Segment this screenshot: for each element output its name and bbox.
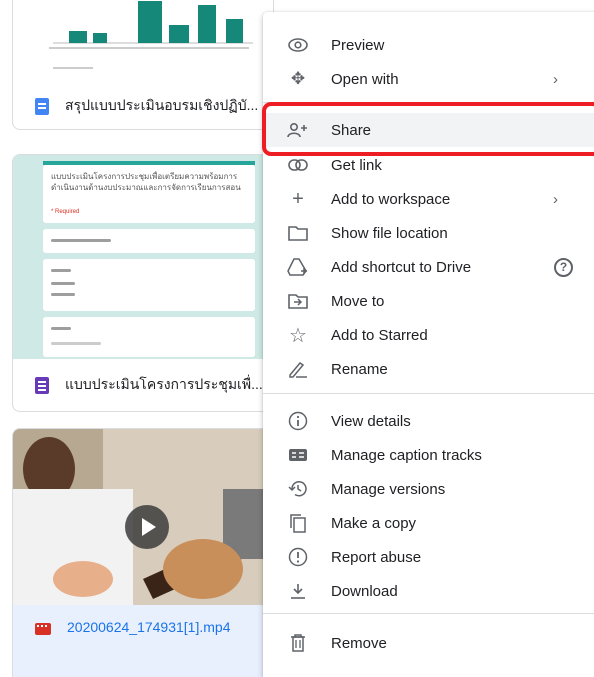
menu-item-label: View details: [331, 412, 411, 430]
form-heading: แบบประเมินโครงการประชุมเพื่อเตรียมความพร…: [51, 172, 241, 192]
menu-item-make-a-copy[interactable]: Make a copy: [263, 506, 594, 540]
play-icon: [125, 505, 169, 549]
copy-icon: [287, 512, 309, 534]
help-icon[interactable]: ?: [554, 257, 573, 277]
menu-item-label: Make a copy: [331, 514, 417, 532]
info-icon: [287, 410, 309, 432]
google-docs-icon: [35, 97, 49, 115]
form-question-preview: [43, 259, 255, 311]
menu-item-label: Open with: [331, 70, 399, 88]
closed-caption-icon: [287, 444, 309, 466]
menu-item-remove[interactable]: Remove: [263, 626, 594, 660]
menu-item-manage-versions[interactable]: Manage versions: [263, 472, 594, 506]
menu-item-label: Remove: [331, 634, 387, 652]
form-question-preview: [43, 317, 255, 357]
menu-item-label: Manage caption tracks: [331, 446, 482, 464]
highlight-outline: [262, 102, 594, 156]
menu-item-label: Manage versions: [331, 480, 446, 498]
plus-icon: +: [292, 187, 304, 210]
menu-item-label: Preview: [331, 36, 385, 54]
pencil-icon: [287, 358, 309, 380]
video-file-icon: [35, 623, 51, 635]
link-icon: [287, 154, 309, 176]
menu-item-label: Add shortcut to Drive: [331, 258, 472, 276]
menu-item-report-abuse[interactable]: Report abuse: [263, 540, 594, 574]
chart-thumbnail: [49, 1, 253, 69]
menu-item-manage-caption-tracks[interactable]: Manage caption tracks: [263, 438, 594, 472]
file-title: สรุปแบบประเมินอบรมเชิงปฏิบั...: [65, 97, 259, 113]
menu-item-label: Rename: [331, 360, 388, 378]
menu-item-move-to[interactable]: Move to: [263, 284, 594, 318]
menu-item-add-to-workspace[interactable]: + Add to workspace ›: [263, 182, 594, 216]
add-shortcut-icon: [287, 256, 309, 278]
chevron-right-icon: ›: [553, 190, 558, 208]
menu-item-add-to-starred[interactable]: ☆ Add to Starred: [263, 318, 594, 352]
form-header-preview: แบบประเมินโครงการประชุมเพื่อเตรียมความพร…: [43, 165, 255, 223]
file-card-form[interactable]: แบบประเมินโครงการประชุมเพื่อเตรียมความพร…: [12, 154, 274, 412]
file-thumbnail: แบบประเมินโครงการประชุมเพื่อเตรียมความพร…: [13, 155, 273, 359]
menu-item-label: Get link: [331, 156, 382, 174]
menu-item-download[interactable]: Download: [263, 574, 594, 608]
report-icon: [287, 546, 309, 568]
chevron-right-icon: ›: [553, 70, 558, 88]
history-icon: [287, 478, 309, 500]
menu-item-label: Move to: [331, 292, 385, 310]
menu-divider: [263, 613, 594, 614]
form-required-note: * Required: [51, 209, 80, 215]
file-thumbnail: [13, 0, 273, 83]
video-thumbnail: [13, 429, 273, 607]
google-forms-icon: [35, 376, 49, 394]
menu-item-rename[interactable]: Rename: [263, 352, 594, 386]
file-card-video[interactable]: 20200624_174931[1].mp4: [12, 428, 274, 677]
menu-divider: [263, 393, 594, 394]
menu-item-show-file-location[interactable]: Show file location: [263, 216, 594, 250]
file-title: 20200624_174931[1].mp4: [67, 619, 231, 635]
folder-icon: [287, 222, 309, 244]
menu-item-add-shortcut[interactable]: Add shortcut to Drive ?: [263, 250, 594, 284]
menu-item-open-with[interactable]: ✥ Open with ›: [263, 62, 594, 96]
menu-item-label: Add to workspace: [331, 190, 451, 208]
file-card-doc[interactable]: สรุปแบบประเมินอบรมเชิงปฏิบั...: [12, 0, 274, 130]
menu-item-view-details[interactable]: View details: [263, 404, 594, 438]
star-icon: ☆: [289, 324, 307, 347]
menu-item-label: Download: [331, 582, 398, 600]
menu-item-label: Report abuse: [331, 548, 422, 566]
file-title: แบบประเมินโครงการประชุมเพื่...: [65, 376, 263, 392]
menu-item-label: Add to Starred: [331, 326, 428, 344]
menu-item-label: Show file location: [331, 224, 448, 242]
menu-item-preview[interactable]: Preview: [263, 28, 594, 62]
trash-icon: [287, 632, 309, 654]
download-icon: [287, 580, 309, 602]
form-question-preview: [43, 229, 255, 253]
move-arrows-icon: ✥: [290, 69, 306, 88]
eye-icon: [287, 34, 309, 56]
move-to-folder-icon: [287, 290, 309, 312]
